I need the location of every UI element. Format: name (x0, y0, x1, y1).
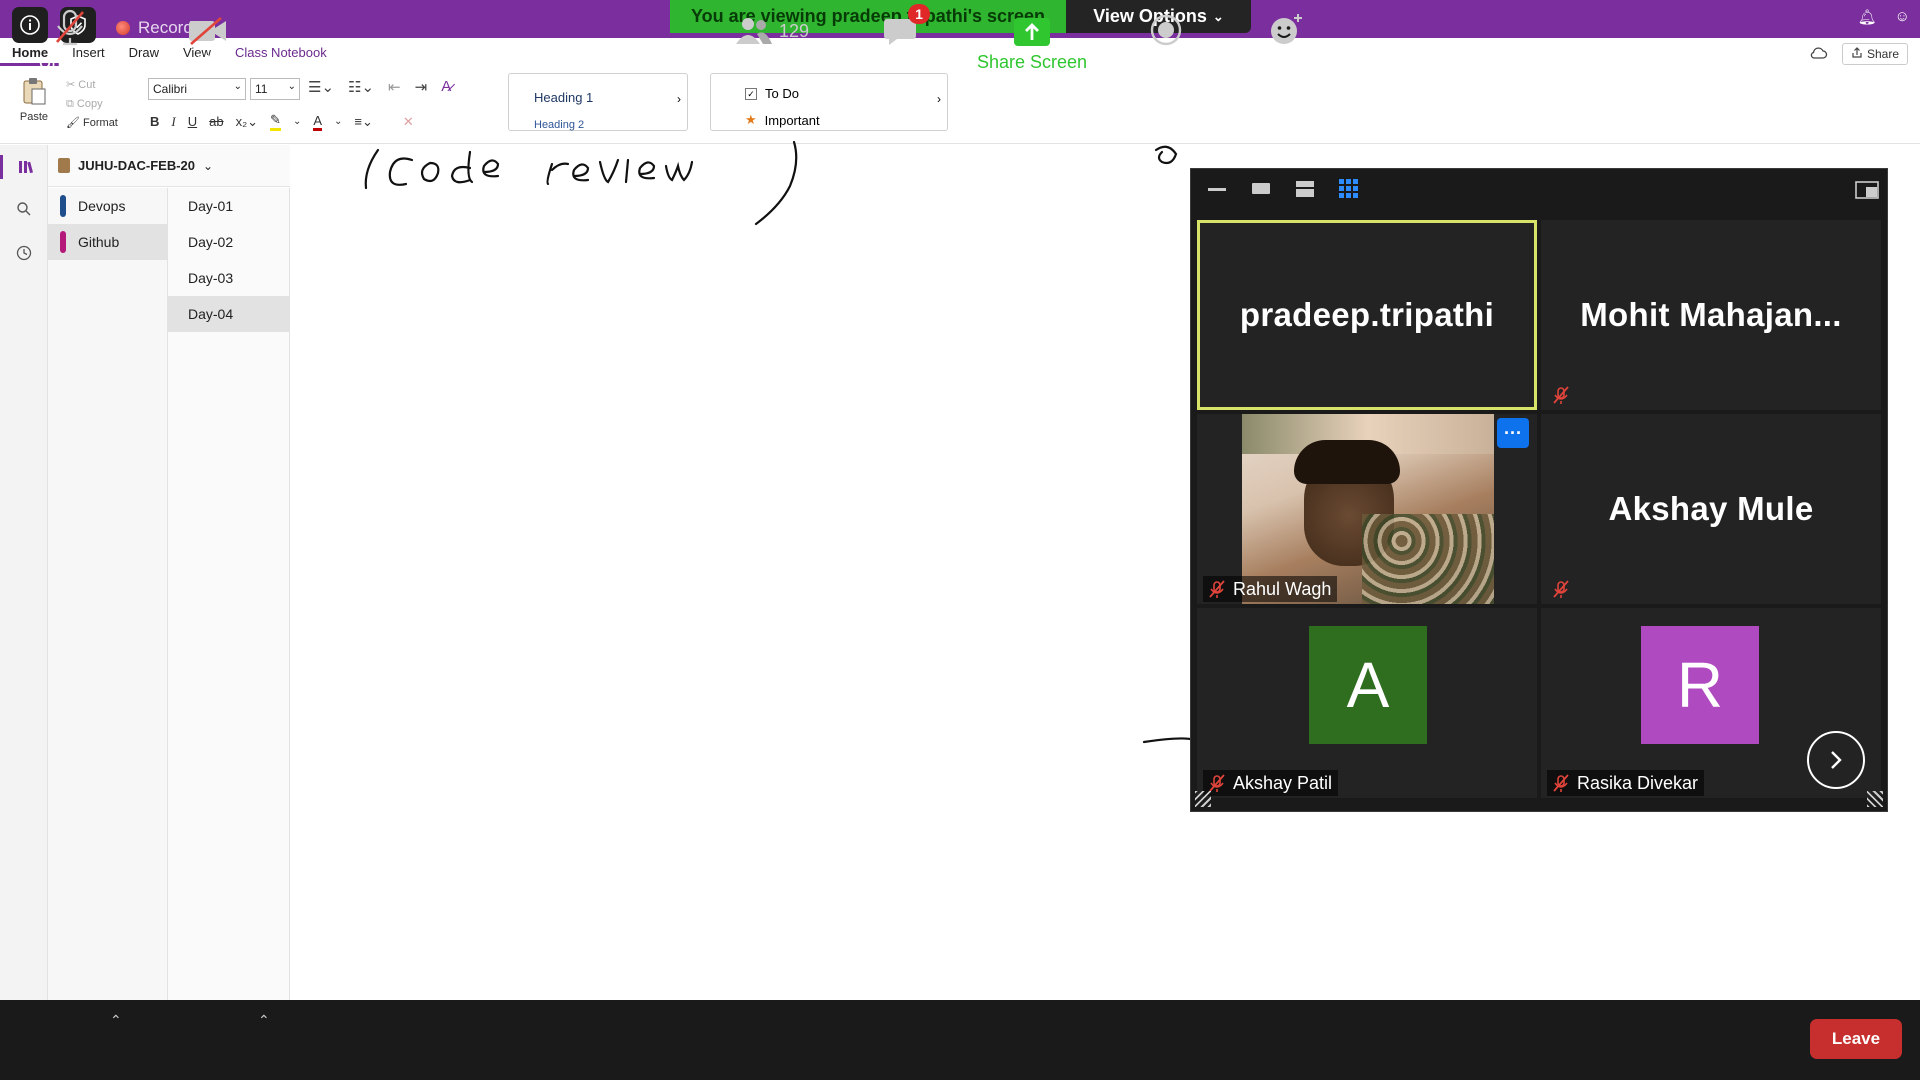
chat-label: Chat (880, 52, 920, 72)
muted-mic-icon (1553, 774, 1569, 792)
record-button[interactable]: Record (1130, 0, 1202, 80)
chat-badge: 1 (908, 4, 930, 24)
exit-fullscreen-icon[interactable] (1855, 181, 1879, 204)
speaker-view-icon[interactable] (1293, 179, 1317, 199)
video-tile-rahul[interactable]: Rahul Wagh (1197, 414, 1537, 604)
video-tile-akshay-patil[interactable]: A Akshay Patil (1197, 608, 1537, 798)
start-video-button[interactable]: Start Video (158, 0, 258, 80)
chevron-down-icon: ⌄ (1212, 8, 1224, 24)
bell-icon[interactable]: 🔔︎ (1858, 8, 1877, 26)
muted-mic-icon (1209, 774, 1225, 792)
video-tile-akshay-mule[interactable]: Akshay Mule (1541, 414, 1881, 604)
mute-badge (1547, 576, 1577, 602)
chat-button[interactable]: Chat 1 (870, 0, 930, 80)
avatar: R (1641, 626, 1759, 744)
share-screen-icon (1014, 0, 1050, 46)
thumbnail-view-icon[interactable] (1249, 179, 1273, 199)
participant-name: pradeep.tripathi (1239, 296, 1495, 333)
reactions-icon (1269, 0, 1303, 46)
participant-name: Akshay Mule (1608, 490, 1814, 527)
record-icon (1150, 0, 1182, 46)
participants-label: Participants (724, 52, 820, 72)
video-off-icon (187, 0, 229, 46)
record-label: Record (1136, 52, 1196, 72)
reactions-button[interactable]: Reactions (1240, 0, 1332, 80)
participant-name: Mohit Mahajan... (1580, 296, 1842, 333)
minimize-icon[interactable] (1205, 179, 1229, 199)
leave-button[interactable]: Leave (1810, 1019, 1902, 1059)
participant-name-tag: Rasika Divekar (1547, 770, 1705, 796)
gallery-view-icon[interactable] (1337, 179, 1361, 199)
gallery-view-tools (1205, 179, 1361, 199)
muted-mic-icon (1553, 580, 1569, 598)
participant-name: Rahul Wagh (1233, 578, 1332, 599)
unmute-label: Unmute (38, 52, 102, 72)
smiley-icon[interactable]: ☺ (1895, 8, 1910, 26)
avatar: A (1309, 626, 1427, 744)
participants-button[interactable]: 129 Participants (720, 0, 824, 80)
video-options-caret[interactable]: ⌃ (258, 1012, 270, 1029)
share-screen-label: Share Screen (976, 52, 1088, 72)
participant-count: 129 (778, 21, 810, 41)
record-dot-icon (116, 21, 130, 35)
more-options-button[interactable]: ··· (1497, 418, 1529, 448)
participant-name: Rasika Divekar (1577, 772, 1699, 793)
audio-options-caret[interactable]: ⌃ (110, 1012, 122, 1029)
muted-mic-icon (1209, 580, 1225, 598)
video-tile-mohit[interactable]: Mohit Mahajan... (1541, 220, 1881, 410)
start-video-label: Start Video (163, 52, 253, 72)
participant-name-tag: Rahul Wagh (1203, 576, 1338, 602)
unmute-button[interactable]: Unmute (30, 0, 110, 80)
top-right-icons: 🔔︎ ☺ (1858, 8, 1910, 26)
resize-handle-left[interactable] (1195, 791, 1211, 807)
reactions-label: Reactions (1245, 52, 1327, 72)
participant-name: Akshay Patil (1233, 772, 1333, 793)
next-page-button[interactable] (1807, 731, 1865, 789)
resize-handle-right[interactable] (1867, 791, 1883, 807)
video-tile-pradeep[interactable]: pradeep.tripathi (1197, 220, 1537, 410)
meeting-toolbar (0, 1000, 1920, 1080)
chevron-right-icon (1831, 751, 1842, 769)
share-screen-button[interactable]: Share Screen (976, 0, 1088, 80)
zoom-window: Home Insert Draw View Class Notebook Sha… (0, 0, 1920, 1080)
mute-badge (1547, 382, 1577, 408)
participants-icon: 129 (735, 0, 809, 46)
muted-mic-icon (53, 0, 87, 46)
video-gallery-panel: pradeep.tripathi Mohit Mahajan... Rahul … (1190, 168, 1888, 812)
muted-mic-icon (1553, 386, 1569, 404)
participant-name-tag: Akshay Patil (1203, 770, 1339, 796)
